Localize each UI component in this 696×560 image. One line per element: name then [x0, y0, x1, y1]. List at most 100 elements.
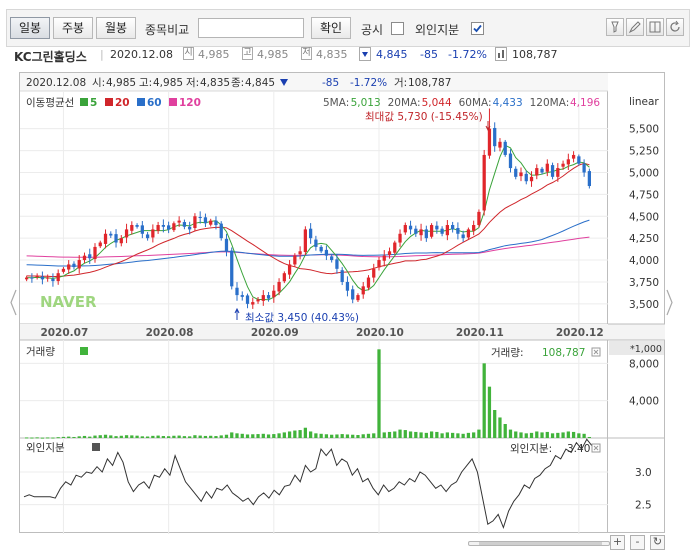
candle-body	[198, 216, 202, 219]
header-close-label: 종:	[231, 77, 244, 89]
zoom-in-button[interactable]: +	[610, 535, 625, 550]
stock-info-bar: KC그린홀딩스 | 2020.12.08 시 4,985 고 4,985 저 4…	[6, 47, 690, 65]
foreign-line	[23, 438, 593, 529]
high-icon: 고	[242, 47, 253, 60]
volume-bar	[61, 436, 66, 438]
volume-bar	[445, 432, 450, 438]
volume-bar	[508, 429, 513, 438]
candle-body	[482, 154, 486, 211]
volume-bar	[487, 386, 492, 438]
naver-watermark: NAVER	[40, 293, 97, 311]
candle-body	[61, 268, 66, 272]
volume-bar	[151, 435, 155, 438]
candle-body	[435, 225, 439, 230]
volume-bar	[145, 436, 150, 438]
volume-bar	[188, 436, 192, 438]
scroll-left-handle[interactable]	[8, 72, 18, 533]
candle-body	[293, 255, 297, 265]
candle-body	[46, 277, 50, 279]
foreign-ownership-line	[23, 438, 593, 529]
scale-mode[interactable]: linear	[629, 96, 659, 108]
volume-bar	[245, 434, 250, 438]
x-tick-label: 2020.07	[40, 327, 88, 339]
volume-bar	[345, 434, 350, 438]
candle-body	[372, 268, 376, 278]
candle-body	[151, 229, 155, 238]
ma-value-label: 120MA:	[530, 97, 570, 109]
volume-bar	[366, 433, 371, 438]
candle-body	[456, 227, 460, 234]
tab-daily[interactable]: 일봉	[10, 17, 50, 39]
volume-bar	[361, 434, 365, 438]
price-tick-label: 4,000	[629, 255, 659, 267]
timeline-scrollbar[interactable]	[468, 541, 610, 546]
candle-body	[498, 141, 502, 148]
ma-value-label: 20MA:	[388, 97, 421, 109]
candle-body	[387, 251, 392, 255]
indicator-settings-icon[interactable]	[606, 18, 624, 36]
split-view-icon[interactable]	[646, 18, 664, 36]
chart-toolbar: 일봉 주봉 월봉 종목비교 확인 공시 외인지분	[6, 9, 690, 47]
candle-body	[514, 168, 518, 177]
candle-body	[403, 225, 407, 233]
volume-bar	[566, 431, 570, 438]
scrollbar-thumb[interactable]	[479, 542, 602, 545]
candle-body	[77, 260, 81, 269]
volume-bar	[477, 429, 481, 438]
candle-body	[529, 176, 534, 182]
info-change-pct: -1.72%	[448, 48, 487, 61]
foreign-checkbox[interactable]	[471, 22, 484, 35]
header-high-label: 고:	[139, 77, 152, 89]
volume-bar	[103, 434, 108, 438]
candle-body	[566, 159, 570, 165]
volume-bar	[114, 436, 118, 438]
disclosure-checkbox[interactable]	[391, 22, 404, 35]
volume-bar	[372, 433, 376, 438]
candle-body	[298, 251, 302, 255]
ma-legend-label: 5	[90, 97, 97, 109]
candle-body	[550, 165, 555, 177]
volume-bar	[577, 433, 581, 438]
volume-bar	[335, 434, 339, 438]
header-change: -85	[322, 77, 339, 89]
header-open-label: 시:	[92, 77, 105, 89]
foreign-tick-label: 3.0	[635, 467, 652, 479]
compare-input[interactable]	[198, 18, 304, 38]
candle-body	[440, 228, 444, 234]
volume-bar	[403, 430, 407, 438]
candle-body	[450, 225, 455, 230]
volume-bar	[72, 436, 76, 438]
chart-area[interactable]: 2020.07 2020.08 2020.09 2020.10 2020.11 2020.…	[19, 72, 609, 534]
volume-bar	[571, 431, 576, 438]
candle-body	[493, 127, 497, 147]
scroll-right-handle[interactable]	[665, 72, 675, 533]
volume-bar	[582, 433, 586, 438]
min-annotation: 최소값 3,450 (40.43%)	[245, 312, 359, 324]
tab-weekly[interactable]: 주봉	[53, 17, 93, 39]
volume-unit: *1,000	[630, 344, 662, 355]
candle-body	[156, 225, 160, 231]
zoom-out-button[interactable]: -	[630, 535, 645, 550]
volume-bar	[282, 432, 286, 438]
confirm-button[interactable]: 확인	[311, 17, 351, 39]
info-low: 4,835	[316, 48, 348, 61]
candle-body	[188, 226, 192, 230]
candle-body	[587, 171, 592, 187]
reset-zoom-button[interactable]: ↻	[650, 535, 665, 550]
candle-body	[240, 295, 244, 297]
candle-body	[72, 263, 76, 268]
candle-body	[461, 234, 465, 239]
ma-legend-label: 120	[179, 97, 201, 109]
y-axis: linear *1,000 3,500 3,750 4,000 4,250 4,500 4…	[608, 96, 665, 512]
refresh-icon[interactable]	[666, 18, 684, 36]
tab-monthly[interactable]: 월봉	[96, 17, 136, 39]
candlesticks	[24, 108, 592, 309]
candle-body	[408, 225, 413, 230]
ma-line-120	[26, 236, 590, 258]
draw-tool-icon[interactable]	[626, 18, 644, 36]
volume-bar	[172, 435, 176, 438]
volume-bar	[135, 435, 139, 438]
volume-bar	[482, 363, 486, 438]
candle-body	[571, 154, 576, 159]
foreign-tick-label: 2.5	[635, 500, 652, 512]
